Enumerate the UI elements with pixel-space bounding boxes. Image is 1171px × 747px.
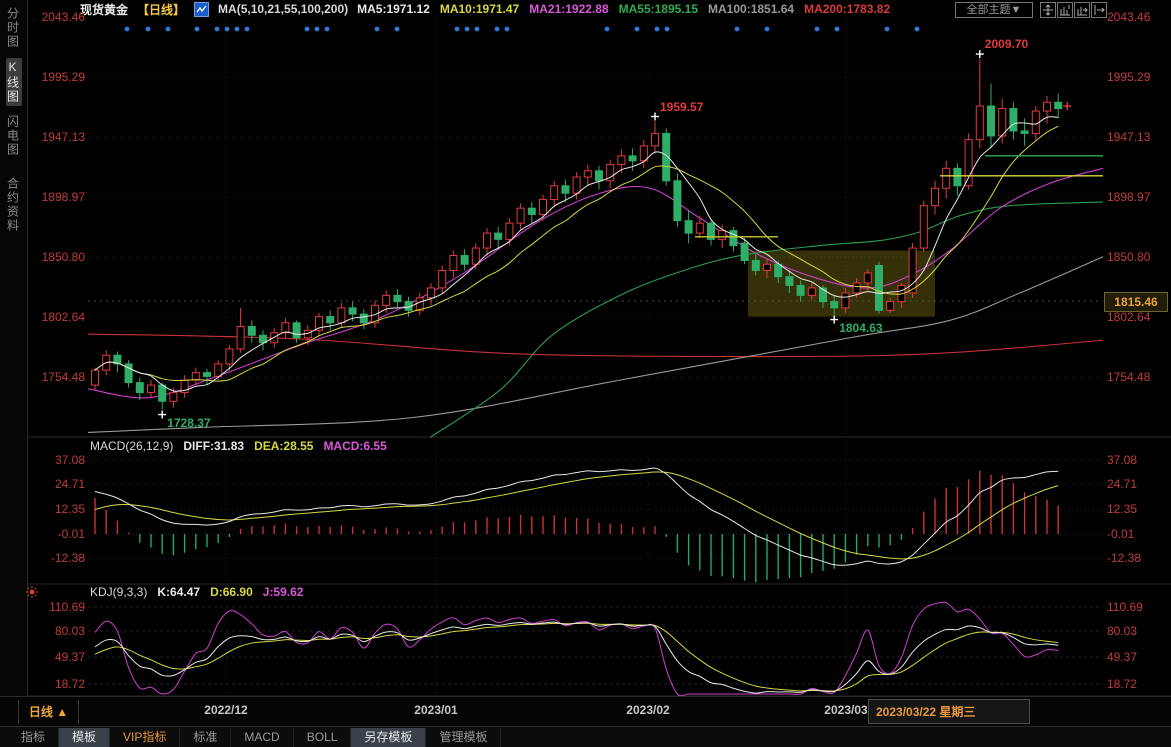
sidebar-tab-2[interactable]: K线图 (6, 58, 22, 106)
chart-canvas[interactable] (0, 0, 1171, 747)
period-selector[interactable]: 日线 ▲ (18, 700, 79, 724)
axis-label: 80.03 (1107, 624, 1137, 638)
axis-label: 1995.29 (1107, 70, 1150, 84)
kdj-title: KDJ(9,3,3) (90, 585, 147, 599)
axis-label: 18.72 (1107, 677, 1137, 691)
axis-label: -0.01 (1107, 527, 1134, 541)
macd-legend-item-1: DEA:28.55 (254, 439, 313, 453)
ma-legend-item-5: MA200:1783.82 (804, 2, 890, 16)
macd-dea-line (95, 472, 1058, 559)
axis-label: 1802.64 (33, 310, 85, 324)
axis-label: 80.03 (33, 624, 85, 638)
kdj-header: KDJ(9,3,3) K:64.47 D:66.90 J:59.62 (90, 585, 303, 599)
alert-icon[interactable] (26, 585, 38, 597)
toolbar-item-8[interactable]: 管理模板 (426, 728, 501, 747)
axis-label: 37.08 (33, 453, 85, 467)
cursor-price-label: 1815.46 (1104, 292, 1168, 312)
sidebar: 分时图 K线图闪电图合约资料 (0, 0, 28, 696)
sidebar-tab-3[interactable]: 闪电图 (6, 113, 22, 159)
month-label-3: 2023/02 (613, 703, 683, 717)
axis-label: 110.69 (1107, 600, 1143, 614)
toolbar-item-6[interactable]: BOLL (294, 728, 352, 747)
axis-label: -0.01 (33, 527, 85, 541)
axis-label: 12.35 (1107, 502, 1137, 516)
axis-label: 2043.46 (33, 10, 85, 24)
crosshair-icon[interactable] (1040, 2, 1056, 18)
axis-label: 1802.64 (1107, 310, 1150, 324)
ma-legend: MA5:1971.12 MA10:1971.47 MA21:1922.88 MA55:… (357, 2, 890, 16)
toolbar-item-3[interactable]: VIP指标 (110, 728, 180, 747)
axis-label: 1947.13 (33, 130, 85, 144)
ma-group-label: MA(5,10,21,55,100,200) (218, 2, 348, 16)
month-label-1: 2022/12 (191, 703, 261, 717)
axis-label: 12.35 (33, 502, 85, 516)
ma-legend-item-0: MA5:1971.12 (357, 2, 430, 16)
kdj-k-line (95, 622, 1058, 693)
axis-label: 1754.48 (33, 370, 85, 384)
theme-select-button[interactable]: 全部主题▼ (955, 2, 1033, 18)
axis-label: 1850.80 (1107, 250, 1150, 264)
macd-legend-item-0: DIFF:31.83 (183, 439, 244, 453)
axis-label: 49.37 (33, 650, 85, 664)
axis-label: -12.38 (1107, 551, 1141, 565)
axis-label: 1898.97 (33, 190, 85, 204)
event-dots (125, 27, 920, 32)
price-annotation-peak-mar: 2009.70 (985, 37, 1028, 51)
axis-label: 24.71 (1107, 477, 1137, 491)
axis-label: 1754.48 (1107, 370, 1150, 384)
toolbar-item-7[interactable]: 另存模板 (351, 728, 426, 747)
kdj-legend-item-1: D:66.90 (210, 585, 253, 599)
axis-label: 18.72 (33, 677, 85, 691)
kdj-legend-item-2: J:59.62 (263, 585, 304, 599)
sidebar-tab-4[interactable]: 合约资料 (6, 175, 22, 235)
toolbar-item-5[interactable]: MACD (231, 728, 293, 747)
month-label-2: 2023/01 (401, 703, 471, 717)
ma-legend-item-2: MA21:1922.88 (529, 2, 608, 16)
axis-label: 110.69 (33, 600, 85, 614)
candles-layer (92, 59, 1062, 409)
macd-diff-line (95, 468, 1058, 565)
axis-label: 2043.46 (1107, 10, 1150, 24)
chart-header: 现货黄金 【日线】 MA(5,10,21,55,100,200) MA5:197… (80, 1, 890, 17)
axis-label: 24.71 (33, 477, 85, 491)
page-forward-icon[interactable] (1091, 2, 1107, 18)
ma21-line (88, 168, 1103, 398)
remove-indicator-pane-icon[interactable] (1074, 2, 1090, 18)
axis-label: 37.08 (1107, 453, 1137, 467)
macd-histogram (95, 471, 1058, 583)
toolbar-item-4[interactable]: 标准 (180, 728, 231, 747)
price-annotation-low-dec: 1728.37 (167, 416, 210, 430)
axis-label: 1898.97 (1107, 190, 1150, 204)
current-date-label: 2023/03/22 星期三 (868, 699, 1030, 724)
ma-legend-item-4: MA100:1851.64 (708, 2, 794, 16)
axis-label: 1947.13 (1107, 130, 1150, 144)
ma-legend-item-1: MA10:1971.47 (440, 2, 519, 16)
sidebar-tab-1[interactable]: 分时图 (6, 5, 22, 51)
toolbar-item-1[interactable]: 指标 (8, 728, 59, 747)
toolbar-item-2[interactable]: 模板 (59, 728, 110, 747)
macd-legend-item-2: MACD:6.55 (323, 439, 386, 453)
axis-label: -12.38 (33, 551, 85, 565)
axis-label: 1995.29 (33, 70, 85, 84)
axis-label: 1850.80 (33, 250, 85, 264)
kdj-lines (95, 602, 1058, 696)
price-annotation-peak-feb: 1959.57 (660, 100, 703, 114)
symbol-title: 现货黄金 (80, 1, 128, 18)
ma-legend-item-3: MA55:1895.15 (619, 2, 698, 16)
date-axis-row: 日线 ▲ 2022/122023/012023/022023/03 2023/0… (0, 696, 1171, 727)
trading-app-window: 分时图 K线图闪电图合约资料 现货黄金 【日线】 MA(5,10,21,55,10… (0, 0, 1171, 747)
add-indicator-pane-icon[interactable] (1057, 2, 1073, 18)
bottom-toolbar: 指标模板VIP指标标准MACDBOLL另存模板管理模板 (0, 726, 1171, 747)
macd-header: MACD(26,12,9) DIFF:31.83 DEA:28.55 MACD:6.… (90, 439, 387, 453)
kdj-legend-item-0: K:64.47 (157, 585, 200, 599)
price-annotation-low-mar: 1804.63 (839, 321, 882, 335)
axis-label: 49.37 (1107, 650, 1137, 664)
kline-icon[interactable] (194, 2, 209, 17)
period-title: 【日线】 (137, 1, 185, 18)
kdj-j-line (95, 602, 1058, 696)
macd-title: MACD(26,12,9) (90, 439, 173, 453)
